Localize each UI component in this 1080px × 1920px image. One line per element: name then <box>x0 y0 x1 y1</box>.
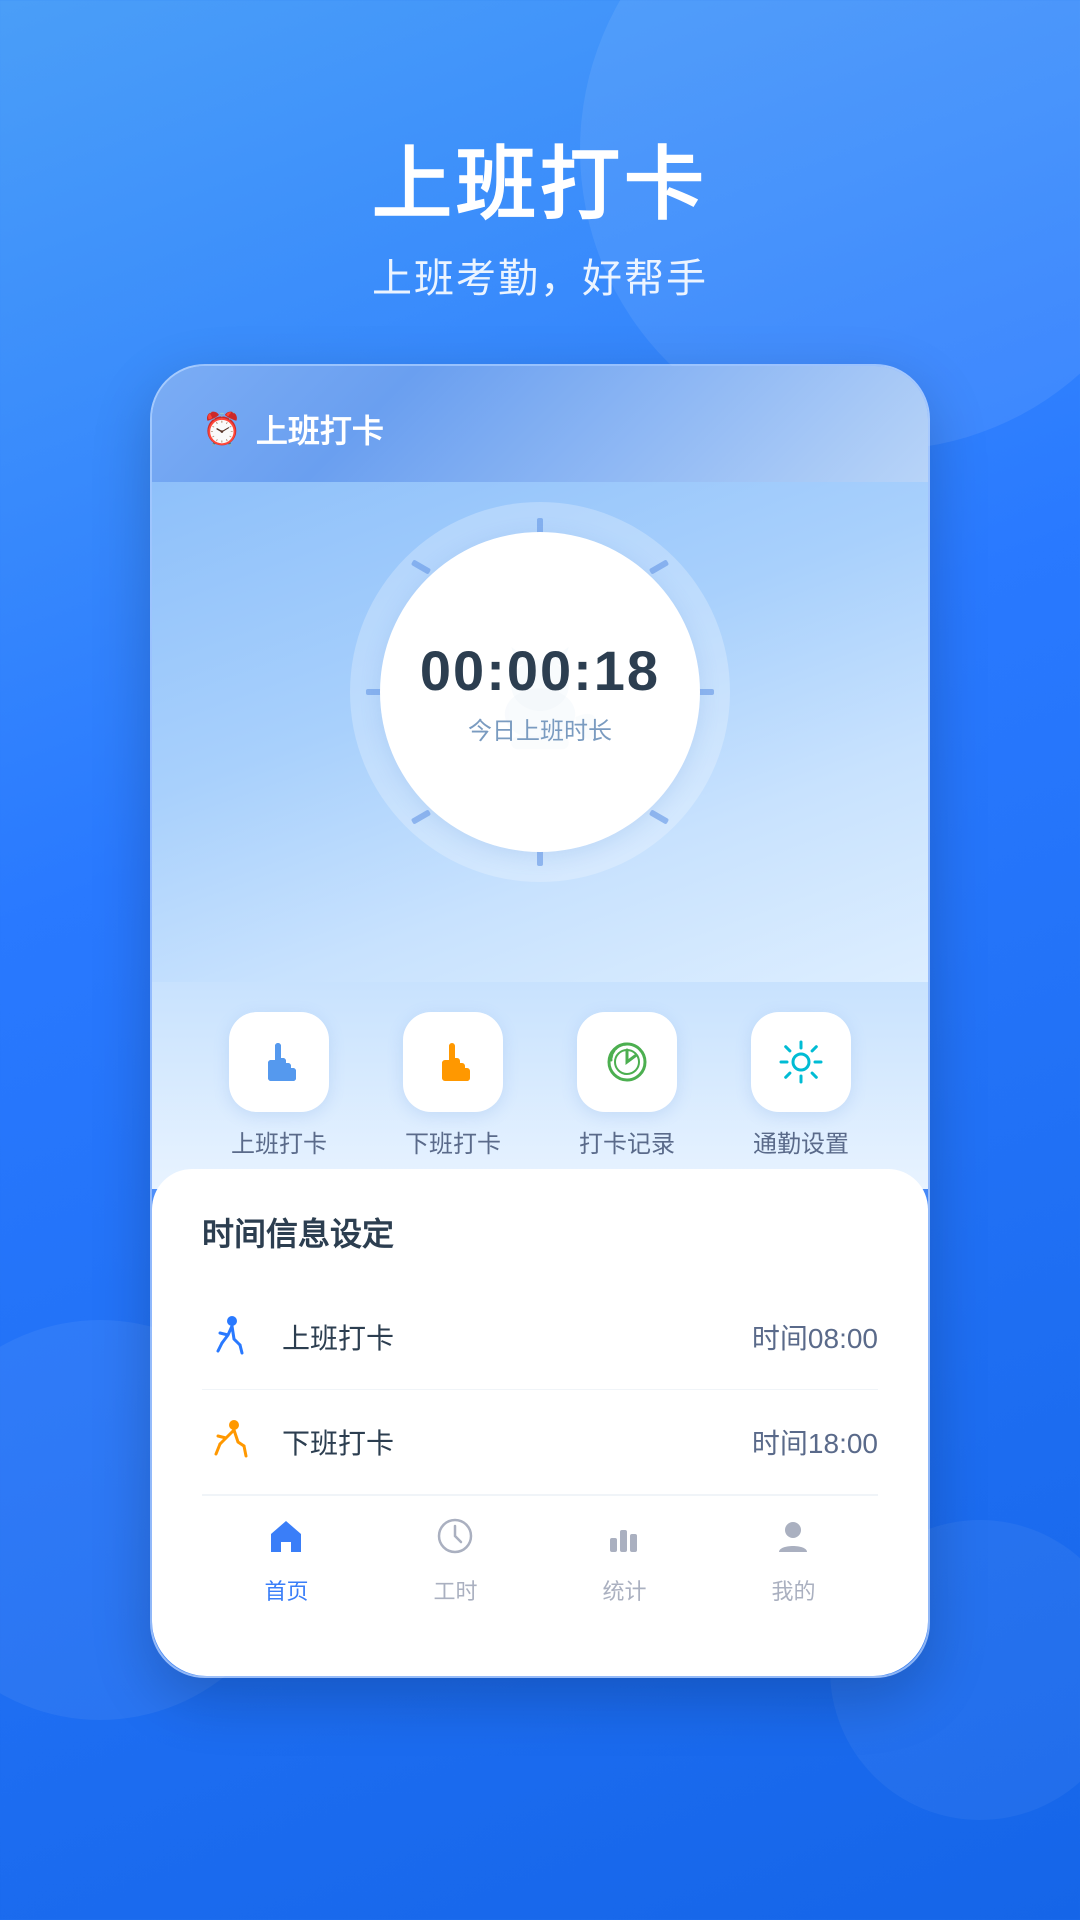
work-in-value: 时间08:00 <box>752 1317 878 1357</box>
home-icon <box>266 1516 306 1566</box>
nav-me-label: 我的 <box>771 1574 815 1606</box>
settings-section-title: 时间信息设定 <box>202 1209 878 1255</box>
check-out-button[interactable]: 下班打卡 <box>403 1012 503 1159</box>
clock-tick-bl <box>411 809 431 824</box>
check-in-button[interactable]: 上班打卡 <box>229 1012 329 1159</box>
settings-button[interactable]: 通勤设置 <box>751 1012 851 1159</box>
work-in-setting[interactable]: 上班打卡 时间08:00 <box>202 1285 878 1390</box>
check-in-btn-icon <box>229 1012 329 1112</box>
clock-section: 00:00:18 今日上班时长 <box>152 482 928 982</box>
records-btn-icon <box>577 1012 677 1112</box>
me-icon <box>773 1516 813 1566</box>
records-label: 打卡记录 <box>579 1124 675 1159</box>
check-in-label: 上班打卡 <box>231 1124 327 1159</box>
settings-label: 通勤设置 <box>753 1124 849 1159</box>
hours-icon <box>435 1516 475 1566</box>
check-out-btn-icon <box>403 1012 503 1112</box>
alarm-icon: ⏰ <box>202 410 242 448</box>
time-settings-section: 时间信息设定 上班打卡 时间08:00 <box>152 1169 928 1676</box>
app-header: ⏰ 上班打卡 <box>152 366 928 482</box>
action-buttons-row: 上班打卡 下班打卡 打卡记录 <box>152 982 928 1189</box>
nav-hours[interactable]: 工时 <box>433 1516 477 1606</box>
nav-stats[interactable]: 统计 <box>602 1516 646 1606</box>
clock-tick-tl <box>411 559 431 574</box>
clock-outer-ring: 00:00:18 今日上班时长 <box>350 502 730 882</box>
clock-face: 00:00:18 今日上班时长 <box>380 532 700 852</box>
nav-me[interactable]: 我的 <box>771 1516 815 1606</box>
work-in-icon <box>202 1309 258 1365</box>
work-out-value: 时间18:00 <box>752 1422 878 1462</box>
nav-home-label: 首页 <box>264 1574 308 1606</box>
work-out-icon <box>202 1414 258 1470</box>
phone-mockup: ⏰ 上班打卡 <box>150 364 930 1678</box>
work-out-name: 下班打卡 <box>282 1422 752 1462</box>
app-name: 上班打卡 <box>256 406 384 452</box>
stats-icon <box>604 1516 644 1566</box>
records-button[interactable]: 打卡记录 <box>577 1012 677 1159</box>
nav-hours-label: 工时 <box>433 1574 477 1606</box>
nav-home[interactable]: 首页 <box>264 1516 308 1606</box>
nav-stats-label: 统计 <box>602 1574 646 1606</box>
bottom-navigation: 首页 工时 统计 <box>202 1495 878 1636</box>
work-out-setting[interactable]: 下班打卡 时间18:00 <box>202 1390 878 1495</box>
clock-tick-br <box>649 809 669 824</box>
work-in-name: 上班打卡 <box>282 1317 752 1357</box>
check-out-label: 下班打卡 <box>405 1124 501 1159</box>
clock-tick-tr <box>649 559 669 574</box>
clock-time: 00:00:18 <box>420 638 660 703</box>
clock-sublabel: 今日上班时长 <box>468 711 612 746</box>
settings-btn-icon <box>751 1012 851 1112</box>
